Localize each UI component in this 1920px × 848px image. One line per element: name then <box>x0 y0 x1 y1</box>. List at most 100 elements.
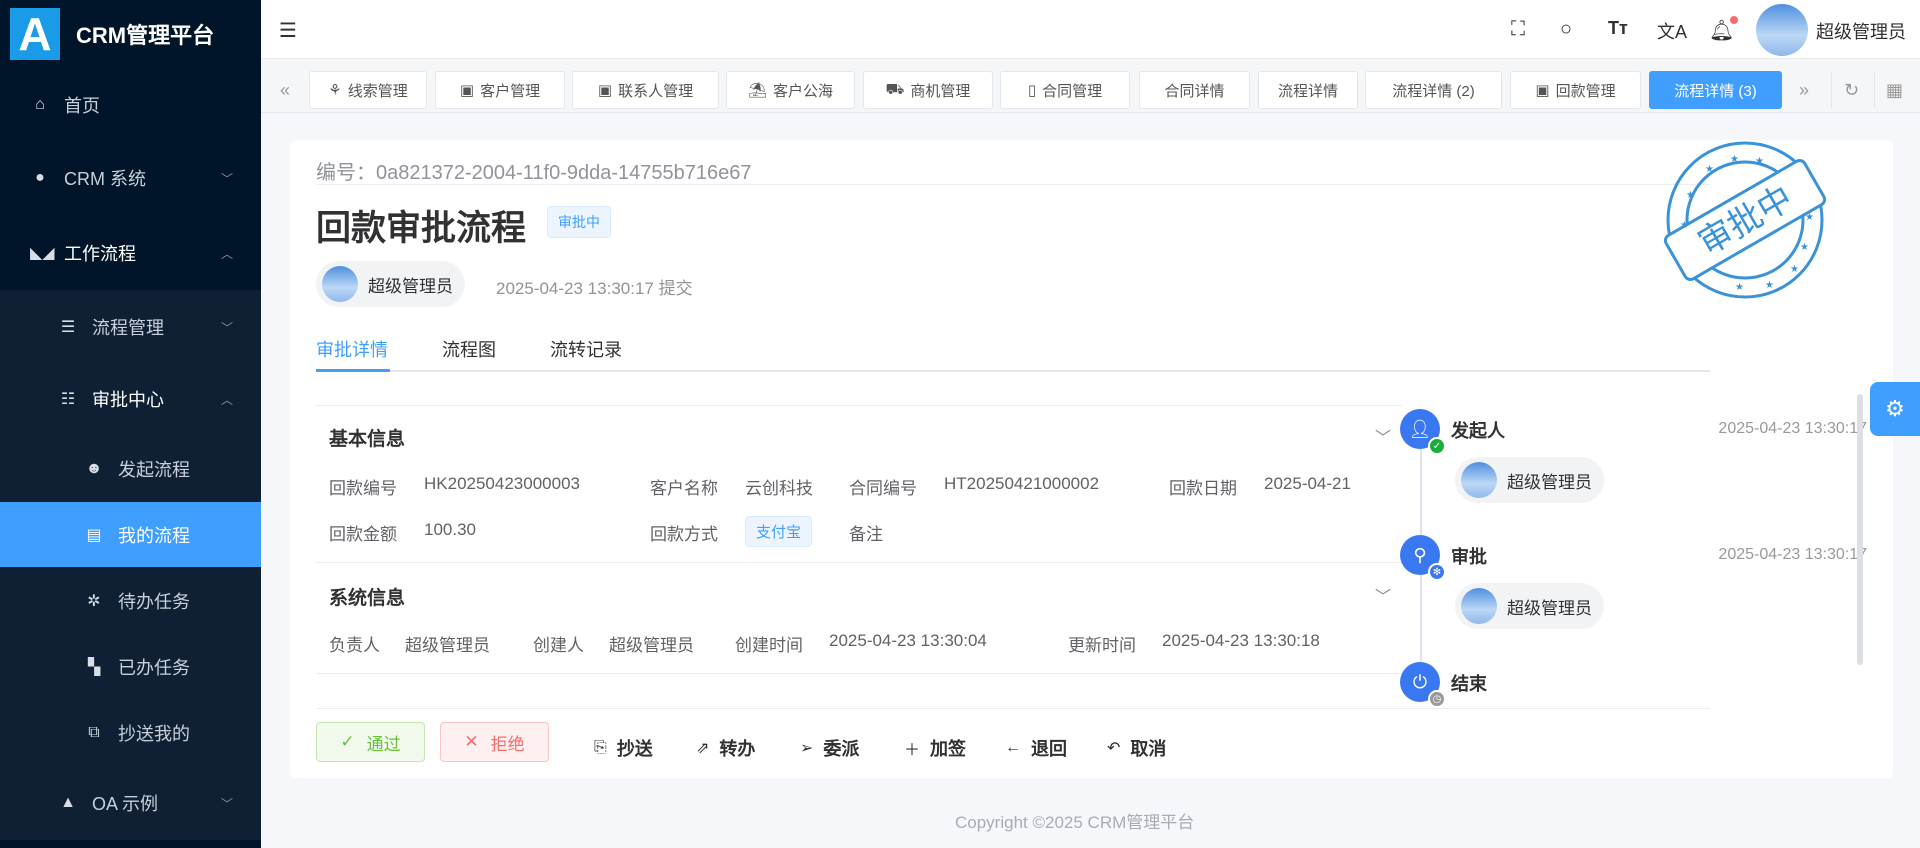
field-label: 更新时间 <box>1068 636 1136 655</box>
sidebar-item-my-process[interactable]: ▤ 我的流程 <box>0 502 261 567</box>
tab-flow-chart[interactable]: 流程图 <box>442 336 496 362</box>
share-icon: ⇗ <box>696 740 710 757</box>
svg-text:★: ★ <box>1800 242 1809 253</box>
bell-icon[interactable]: 🔔︎ <box>1709 16 1739 43</box>
arrow-left-icon: ← <box>1005 739 1021 756</box>
check-icon: ✓ <box>1428 437 1446 455</box>
translate-icon[interactable]: 文A <box>1657 18 1687 44</box>
add-sign-button[interactable]: ＋ 加签 <box>904 735 966 761</box>
sidebar-item-oa[interactable]: ▲ OA 示例 ﹀ <box>0 770 261 836</box>
hamburger-icon[interactable]: ☰ <box>279 18 297 43</box>
label: 待办任务 <box>118 592 190 612</box>
tab-item[interactable]: 流程详情 <box>1258 71 1358 109</box>
user-name: 超级管理员 <box>1507 472 1592 492</box>
cancel-button[interactable]: ↶ 取消 <box>1107 735 1166 761</box>
label: 通过 <box>366 734 401 754</box>
field-label: 创建时间 <box>735 636 803 655</box>
field-label: 客户名称 <box>650 479 718 498</box>
cc-button[interactable]: ⎘ 抄送 <box>594 735 653 761</box>
sidebar-item-crm[interactable]: ● CRM 系统 ﹀ <box>0 145 261 211</box>
tab-item[interactable]: 流程详情 (2) <box>1365 71 1502 109</box>
section-basic-title: 基本信息 <box>329 429 406 450</box>
tab-label: 商机管理 <box>910 82 971 100</box>
chevron-down-icon[interactable]: ﹀ <box>1375 424 1391 448</box>
chevron-up-icon: ︿ <box>220 392 233 407</box>
starter-chip: 超级管理员 <box>316 261 465 307</box>
label: OA 示例 <box>92 794 159 814</box>
approve-button[interactable]: ✓ 通过 <box>316 722 425 762</box>
clock-icon: ◷ <box>1428 690 1446 708</box>
scrollbar[interactable] <box>1857 394 1863 665</box>
tab-label: 线索管理 <box>347 82 408 100</box>
user-avatar[interactable] <box>1756 4 1808 56</box>
divider <box>316 673 1402 674</box>
field-value: 2025-04-23 13:30:18 <box>1162 631 1320 650</box>
label: 取消 <box>1130 739 1167 759</box>
smile-icon: ☻ <box>85 460 103 477</box>
timeline-title: 审批 <box>1451 547 1487 567</box>
delegate-button[interactable]: ➢ 委派 <box>800 735 859 761</box>
tab-label: 客户管理 <box>480 82 541 100</box>
sidebar-item-todo[interactable]: ✲ 待办任务 <box>0 568 261 634</box>
sidebar-item-cc-me[interactable]: ⧉ 抄送我的 <box>0 700 261 766</box>
tab-item[interactable]: ⚘ 线索管理 <box>309 71 427 109</box>
status-badge: 审批中 <box>547 206 611 238</box>
divider <box>316 562 1402 563</box>
user-name: 超级管理员 <box>1507 598 1592 618</box>
label: 工作流程 <box>64 244 136 264</box>
settings-gear-button[interactable]: ⚙ <box>1870 382 1920 436</box>
svg-text:★: ★ <box>1686 190 1695 201</box>
tab-item[interactable]: ▣ 联系人管理 <box>572 71 719 109</box>
server-icon: ☷ <box>60 391 76 408</box>
sidebar-item-start-process[interactable]: ☻ 发起流程 <box>0 436 261 502</box>
stamp-node-icon: ⚲ ✻ <box>1400 535 1446 581</box>
timeline-title: 结束 <box>1451 674 1487 694</box>
chevron-down-icon[interactable]: ﹀ <box>1375 583 1391 607</box>
fullscreen-icon[interactable]: ⛶ <box>1511 18 1525 41</box>
tab-icon: ▯ <box>1027 82 1037 99</box>
field-value: 100.30 <box>424 520 476 539</box>
scroll-right-icon[interactable]: » <box>1784 71 1824 109</box>
field-label: 回款金额 <box>329 525 397 544</box>
tab-item[interactable]: ⛱ 客户公海 <box>726 71 855 109</box>
svg-text:★: ★ <box>1680 220 1689 231</box>
sidebar-item-process-mgmt[interactable]: ☰ 流程管理 ﹀ <box>0 294 261 360</box>
sidebar-item-approval-center[interactable]: ☷ 审批中心 ︿ <box>0 366 261 432</box>
tab-item[interactable]: ⛟ 商机管理 <box>863 71 993 109</box>
tab-item[interactable]: 合同详情 <box>1139 71 1250 109</box>
close-icon: ✕ <box>464 732 479 751</box>
refresh-icon[interactable]: ↻ <box>1831 71 1871 109</box>
tab-item[interactable]: 流程详情 (3) <box>1649 71 1782 109</box>
field-value: 超级管理员 <box>609 636 694 655</box>
cc-icon: ⎘ <box>594 739 607 756</box>
tabs-underline <box>316 370 1710 372</box>
label: 发起流程 <box>118 460 190 480</box>
label: 委派 <box>823 739 860 759</box>
sidebar-item-home[interactable]: ⌂ 首页 <box>0 72 261 138</box>
tab-item[interactable]: ▣ 客户管理 <box>435 71 565 109</box>
tab-icon: ▣ <box>597 82 613 99</box>
tab-approval-detail[interactable]: 审批详情 <box>316 336 388 362</box>
grid-icon[interactable]: ▦ <box>1874 71 1914 109</box>
payment-method-tag: 支付宝 <box>745 516 813 547</box>
transfer-button[interactable]: ⇗ 转办 <box>696 735 755 761</box>
return-button[interactable]: ← 退回 <box>1005 735 1067 761</box>
svg-text:★: ★ <box>1805 212 1814 223</box>
road-icon: ▲ <box>60 794 76 811</box>
reject-button[interactable]: ✕ 拒绝 <box>440 722 549 762</box>
tab-label: 流程详情 (2) <box>1392 82 1475 100</box>
tab-transfer-log[interactable]: 流转记录 <box>550 336 622 362</box>
sidebar-item-workflow[interactable]: ◣◢ 工作流程 ︿ <box>0 220 261 286</box>
tab-item[interactable]: ▯ 合同管理 <box>1000 71 1130 109</box>
tab-label: 流程详情 (3) <box>1674 82 1757 100</box>
sidebar-item-done[interactable]: ▚ 已办任务 <box>0 634 261 700</box>
label: 抄送 <box>616 739 653 759</box>
tab-item[interactable]: ▣ 回款管理 <box>1510 71 1641 109</box>
search-icon[interactable]: ○ <box>1560 18 1572 41</box>
scroll-left-icon[interactable]: « <box>265 71 305 109</box>
user-name[interactable]: 超级管理员 <box>1816 18 1906 44</box>
field-label: 回款编号 <box>329 479 397 498</box>
svg-text:★: ★ <box>1790 264 1799 275</box>
font-size-icon[interactable]: Tт <box>1608 18 1628 39</box>
starter-name: 超级管理员 <box>368 276 453 296</box>
